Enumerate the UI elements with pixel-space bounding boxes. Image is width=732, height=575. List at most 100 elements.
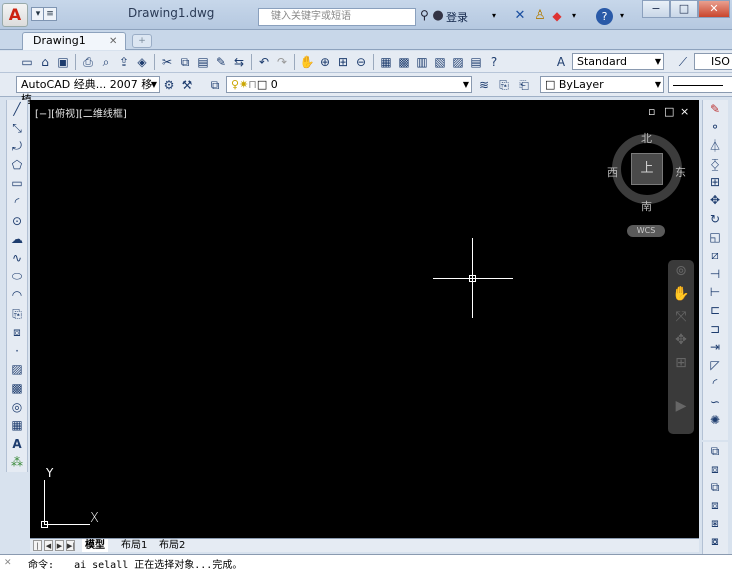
viewport-close-icon[interactable]: ×	[680, 105, 689, 118]
point-icon[interactable]: ·	[7, 342, 27, 361]
insert-block-icon[interactable]: ⎘	[7, 305, 27, 324]
break-icon[interactable]: ⊐	[703, 320, 727, 338]
make-current-layer-icon[interactable]: ≋	[475, 76, 493, 94]
calculator-icon[interactable]: ▤	[467, 53, 485, 71]
copy-object-icon[interactable]: ⚬	[703, 118, 727, 136]
stay-connected-icon[interactable]: ◆	[549, 8, 565, 24]
new-tab-button[interactable]: +	[132, 34, 152, 48]
orbit-icon[interactable]: ✥	[668, 329, 694, 352]
nav-settings-icon[interactable]: ▶	[668, 395, 694, 418]
zoom-window-icon[interactable]: ⊞	[334, 53, 352, 71]
compass-north[interactable]: 北	[641, 130, 652, 146]
arc-icon[interactable]: ◜	[7, 193, 27, 212]
line-icon[interactable]: ╱	[7, 100, 27, 119]
text-style-select[interactable]: Standard ▼	[572, 53, 664, 70]
bring-to-front-icon[interactable]: ⧉	[703, 442, 727, 460]
viewport-controls-label[interactable]: [−][俯视][二维线框]	[35, 105, 127, 120]
help-toolbar-icon[interactable]: ?	[485, 53, 503, 71]
connected-dropdown-icon[interactable]: ▾	[566, 8, 582, 24]
print-preview-icon[interactable]: ⌕	[97, 53, 115, 71]
match-properties-icon[interactable]: ✎	[212, 53, 230, 71]
next-layout-icon[interactable]: ▶	[55, 540, 64, 551]
quick-access-customize-button[interactable]: ≡	[43, 7, 57, 21]
binoculars-icon[interactable]: ⚲	[420, 8, 429, 22]
workspace-select[interactable]: AutoCAD 经典... 2007 移植▼	[16, 76, 160, 106]
first-layout-icon[interactable]: |◀	[33, 540, 42, 561]
explode-icon[interactable]: ✺	[703, 411, 727, 429]
tab-drawing1[interactable]: Drawing1 ✕	[22, 32, 126, 50]
tab-layout1[interactable]: 布局1	[118, 539, 150, 552]
zoom-realtime-icon[interactable]: ⊕	[316, 53, 334, 71]
send-under-icon[interactable]: ⧈	[703, 496, 727, 514]
zoom-extents-icon[interactable]: ⤧	[668, 306, 694, 329]
break-at-point-icon[interactable]: ⊏	[703, 301, 727, 319]
paste-icon[interactable]: ▤	[194, 53, 212, 71]
workspace-customize-icon[interactable]: ⚒	[178, 76, 196, 94]
linetype-select[interactable]	[668, 76, 732, 93]
previous-layout-icon[interactable]: ◀	[44, 540, 53, 551]
hatch-to-back-icon[interactable]: ⧇	[703, 532, 727, 550]
region-icon[interactable]: ◎	[7, 398, 27, 417]
last-layout-icon[interactable]: ▶|	[66, 540, 75, 551]
make-block-icon[interactable]: ⧈	[7, 323, 27, 342]
revision-cloud-icon[interactable]: ☁	[7, 230, 27, 249]
pan-nav-icon[interactable]: ✋	[668, 283, 694, 306]
table-icon[interactable]: ▦	[7, 416, 27, 435]
properties-icon[interactable]: ▦	[377, 53, 395, 71]
viewport-maximize-icon[interactable]: □	[664, 105, 674, 118]
add-selected-icon[interactable]: ⁂	[7, 453, 27, 472]
viewport-restore-icon[interactable]: ▫	[648, 105, 655, 118]
autodesk-app-store-icon[interactable]: ♙	[532, 8, 548, 24]
spline-icon[interactable]: ∿	[7, 249, 27, 268]
design-center-icon[interactable]: ▩	[395, 53, 413, 71]
markup-icon[interactable]: ▨	[449, 53, 467, 71]
move-icon[interactable]: ✥	[703, 191, 727, 209]
help-icon[interactable]: ?	[596, 8, 613, 25]
block-editor-icon[interactable]: ⇆	[230, 53, 248, 71]
compass-west[interactable]: 西	[607, 164, 618, 180]
polygon-icon[interactable]: ⬠	[7, 156, 27, 175]
wcs-menu-button[interactable]: WCS	[627, 225, 665, 237]
tab-model[interactable]: 模型	[82, 539, 108, 552]
chamfer-icon[interactable]: ◸	[703, 356, 727, 374]
circle-icon[interactable]: ⊙	[7, 212, 27, 231]
print-icon[interactable]: ⎙	[79, 53, 97, 71]
new-file-icon[interactable]: ▭	[18, 53, 36, 71]
tab-layout2[interactable]: 布局2	[156, 539, 188, 552]
blend-curves-icon[interactable]: ∽	[703, 393, 727, 411]
erase-icon[interactable]: ✎	[703, 100, 727, 118]
command-line-grip-icon[interactable]: ✕	[4, 558, 18, 572]
drawing-canvas[interactable]	[30, 100, 699, 538]
steering-wheel-icon[interactable]: ⊚	[668, 260, 694, 283]
publish-icon[interactable]: ⇪	[115, 53, 133, 71]
sheet-set-icon[interactable]: ▧	[431, 53, 449, 71]
redo-icon[interactable]: ↷	[273, 53, 291, 71]
cut-icon[interactable]: ✂	[158, 53, 176, 71]
color-select[interactable]: □ ByLayer ▼	[540, 76, 664, 93]
tool-palettes-icon[interactable]: ▥	[413, 53, 431, 71]
ellipse-icon[interactable]: ⬭	[7, 267, 27, 286]
fillet-icon[interactable]: ◜	[703, 374, 727, 392]
scale-icon[interactable]: ◱	[703, 228, 727, 246]
open-file-icon[interactable]: ⌂	[36, 53, 54, 71]
layer-previous-icon[interactable]: ⎘	[495, 76, 513, 94]
save-icon[interactable]: ▣	[54, 53, 72, 71]
mirror-icon[interactable]: ⏃	[703, 137, 727, 155]
extend-icon[interactable]: ⊢	[703, 283, 727, 301]
zoom-previous-icon[interactable]: ⊖	[352, 53, 370, 71]
login-link[interactable]: 登录	[446, 9, 468, 25]
bring-above-icon[interactable]: ⧉	[703, 478, 727, 496]
layer-select[interactable]: ♀✷⊓□ 0 ▼	[226, 76, 472, 93]
construction-line-icon[interactable]: ⤡	[7, 119, 27, 138]
login-dropdown-icon[interactable]: ▾	[486, 8, 502, 24]
rectangle-icon[interactable]: ▭	[7, 174, 27, 193]
ellipse-arc-icon[interactable]: ◠	[7, 286, 27, 305]
compass-south[interactable]: 南	[641, 198, 652, 214]
send-to-back-icon[interactable]: ⧈	[703, 460, 727, 478]
copy-icon[interactable]: ⧉	[176, 53, 194, 71]
multiline-text-icon[interactable]: A	[7, 435, 27, 454]
search-input[interactable]: 键入关键字或短语	[258, 8, 416, 26]
close-window-button[interactable]: ✕	[698, 0, 730, 18]
dim-style-select[interactable]: ISO	[694, 53, 732, 70]
polyline-icon[interactable]: ⤾	[7, 137, 27, 156]
